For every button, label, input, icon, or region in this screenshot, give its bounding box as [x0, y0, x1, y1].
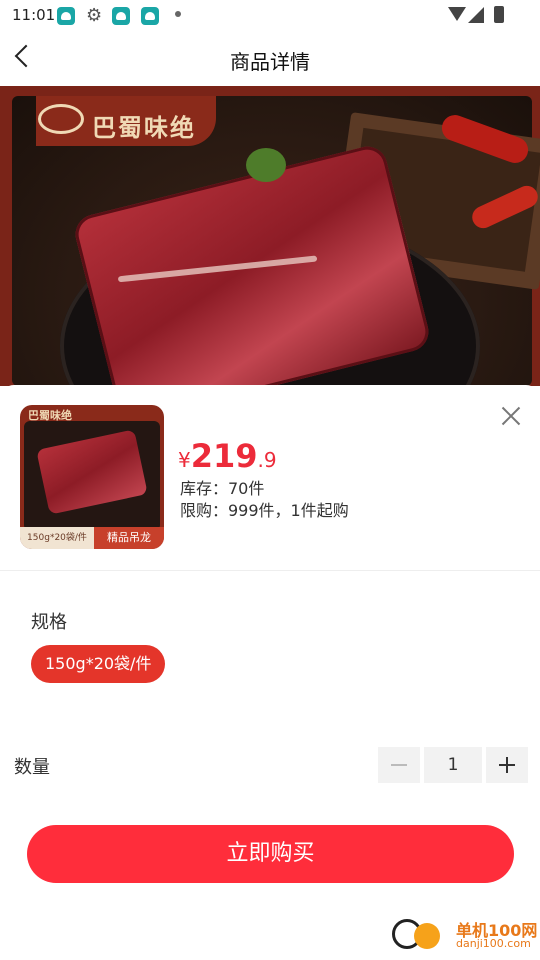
quantity-stepper: 1	[378, 747, 528, 783]
minus-icon[interactable]	[378, 747, 420, 783]
app-notification-icon	[112, 7, 130, 25]
price-currency: ¥	[178, 448, 191, 472]
purchase-sheet: 巴蜀味绝 150g*20袋/件 精品吊龙 ¥219.9 库存：70件 限购：99…	[0, 385, 540, 960]
spec-title: 规格	[31, 612, 67, 633]
watermark-logo-icon	[414, 923, 440, 949]
plus-icon[interactable]	[486, 747, 528, 783]
watermark: 单机100网 danji100.com	[390, 915, 540, 955]
cell-signal-icon	[468, 7, 484, 23]
watermark-url: danji100.com	[456, 937, 531, 950]
product-hero-image: 巴蜀味绝	[0, 86, 540, 386]
brand-name: 巴蜀味绝	[92, 113, 196, 142]
page-title: 商品详情	[230, 50, 310, 74]
wifi-icon	[448, 7, 466, 21]
thumbnail-brand: 巴蜀味绝	[28, 409, 72, 422]
battery-icon	[494, 6, 504, 23]
quantity-value[interactable]: 1	[424, 747, 482, 783]
quantity-label: 数量	[14, 757, 50, 778]
status-bar: 11:01 ⚙	[0, 0, 540, 32]
buy-now-button[interactable]: 立即购买	[27, 825, 514, 883]
top-nav-bar: 商品详情	[0, 32, 540, 86]
brand-logo-icon	[38, 104, 84, 134]
price-decimal: .9	[257, 448, 277, 472]
herb-garnish-image	[246, 148, 286, 182]
product-thumbnail: 巴蜀味绝 150g*20袋/件 精品吊龙	[20, 405, 164, 549]
price-integer: 219	[190, 437, 258, 475]
more-notifications-icon	[175, 11, 181, 17]
status-time: 11:01	[12, 6, 56, 24]
close-icon[interactable]	[500, 405, 522, 427]
app-notification-icon	[57, 7, 75, 25]
spec-option-chip[interactable]: 150g*20袋/件	[31, 645, 166, 683]
thumbnail-spec-tag: 150g*20袋/件	[20, 527, 94, 549]
thumbnail-badge: 精品吊龙	[94, 527, 164, 549]
purchase-limit-info: 限购：999件，1件起购	[180, 501, 349, 520]
stock-info: 库存：70件	[180, 479, 265, 498]
divider	[0, 570, 540, 571]
gear-icon: ⚙	[86, 5, 103, 26]
product-price: ¥219.9	[178, 437, 277, 475]
app-notification-icon	[141, 7, 159, 25]
